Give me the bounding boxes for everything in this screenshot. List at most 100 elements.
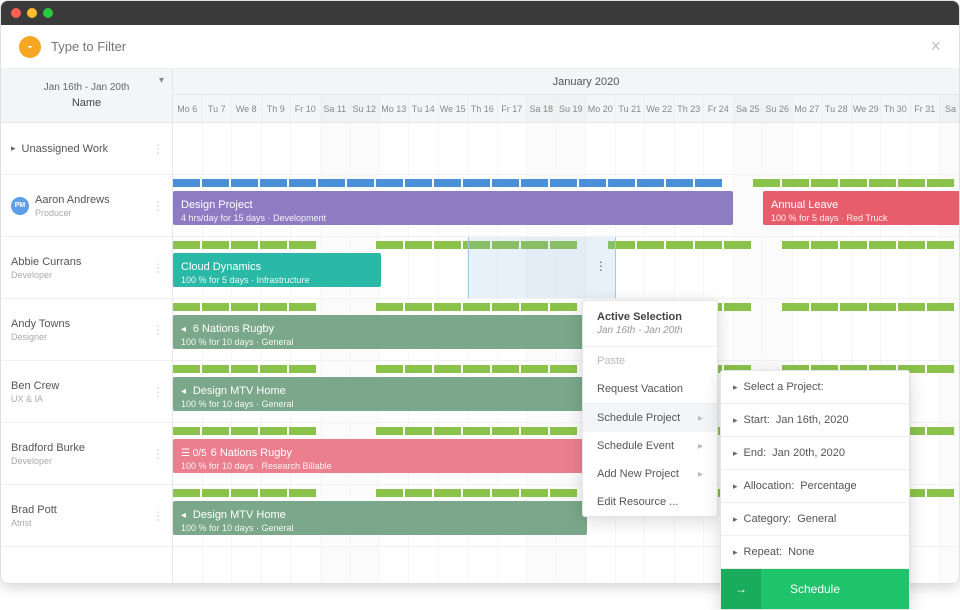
resource-name: Brad Pott <box>11 504 57 516</box>
schedule-button[interactable]: → Schedule <box>721 569 909 609</box>
menu-item-label: Edit Resource ... <box>597 496 678 508</box>
more-icon[interactable]: ⋮ <box>152 447 164 461</box>
selection-handle-icon[interactable]: ⋮ <box>595 259 607 273</box>
filter-bar: × <box>1 25 959 69</box>
booking-bar[interactable]: ◂ Design MTV Home100 % for 10 days · Gen… <box>173 377 587 411</box>
day-header: Th 16 <box>468 95 498 122</box>
day-header: Su 26 <box>763 95 793 122</box>
arrow-right-icon: → <box>721 569 761 609</box>
resource-row[interactable]: PM Aaron Andrews Producer ⋮ <box>1 175 172 237</box>
day-header: Fr 10 <box>291 95 321 122</box>
window-close-dot[interactable] <box>11 8 21 18</box>
bar-title: Design MTV Home <box>193 385 286 397</box>
day-header: Mo 27 <box>793 95 823 122</box>
context-menu-item[interactable]: Request Vacation <box>583 375 717 403</box>
day-header: We 8 <box>232 95 262 122</box>
menu-item-label: Paste <box>597 355 625 367</box>
filter-icon[interactable] <box>19 36 41 58</box>
booking-bar[interactable]: ◂ 6 Nations Rugby100 % for 10 days · Gen… <box>173 315 587 349</box>
window-minimize-dot[interactable] <box>27 8 37 18</box>
bar-subtitle: 4 hrs/day for 15 days · Development <box>181 213 725 223</box>
flyout-key: Start: <box>744 414 770 426</box>
flyout-value: None <box>788 546 814 558</box>
day-header: Th 9 <box>262 95 292 122</box>
resource-role: Developer <box>11 270 81 280</box>
more-icon[interactable]: ⋮ <box>152 261 164 275</box>
more-icon[interactable]: ⋮ <box>152 323 164 337</box>
flyout-key: Category: <box>744 513 792 525</box>
day-header: Sa 18 <box>527 95 557 122</box>
day-header: Sa 25 <box>734 95 764 122</box>
days-row: Mo 6Tu 7We 8Th 9Fr 10Sa 11Su 12Mo 13Tu 1… <box>173 95 960 122</box>
timeline-row[interactable]: ◂ 6 Nations Rugby100 % for 10 days · Gen… <box>173 299 959 361</box>
more-icon[interactable]: ⋮ <box>152 142 164 156</box>
resource-row[interactable]: Ben CrewUX & IA⋮ <box>1 361 172 423</box>
resource-row[interactable]: Brad PottAtrist⋮ <box>1 485 172 547</box>
avatar: PM <box>11 197 29 215</box>
flyout-key: End: <box>744 447 767 459</box>
menu-item-label: Schedule Event <box>597 440 674 452</box>
resource-name: Bradford Burke <box>11 442 85 454</box>
day-header: Tu 21 <box>616 95 646 122</box>
day-header: Tu 7 <box>203 95 233 122</box>
booking-bar[interactable]: Annual Leave 100 % for 5 days · Red Truck <box>763 191 959 225</box>
more-icon[interactable]: ⋮ <box>152 199 164 213</box>
resource-name: Aaron Andrews <box>35 194 110 206</box>
context-menu-item: Paste <box>583 347 717 375</box>
bar-title: Design Project <box>181 199 253 211</box>
bar-subtitle: 100 % for 5 days · Infrastructure <box>181 275 373 285</box>
day-header: Mo 13 <box>380 95 410 122</box>
active-selection[interactable] <box>468 237 616 298</box>
resource-row[interactable]: ▸Unassigned Work⋮ <box>1 123 172 175</box>
close-icon[interactable]: × <box>930 36 941 57</box>
day-header: We 15 <box>439 95 469 122</box>
flyout-key: Allocation: <box>744 480 795 492</box>
flyout-row[interactable]: ▸End: Jan 20th, 2020 <box>721 437 909 470</box>
more-icon[interactable]: ⋮ <box>152 509 164 523</box>
bar-title: Annual Leave <box>771 199 838 211</box>
booking-bar[interactable]: Cloud Dynamics100 % for 5 days · Infrast… <box>173 253 381 287</box>
day-header: Su 19 <box>557 95 587 122</box>
chevron-right-icon: ▸ <box>11 143 16 154</box>
window-title-bar <box>1 1 959 25</box>
day-header: Fr 17 <box>498 95 528 122</box>
schedule-flyout: ▸Select a Project: ▸Start: Jan 16th, 202… <box>720 370 910 610</box>
filter-input[interactable] <box>51 39 930 54</box>
menu-item-label: Schedule Project <box>597 412 680 424</box>
resource-name: Andy Towns <box>11 318 70 330</box>
bar-title: 6 Nations Rugby <box>211 447 292 459</box>
chevron-right-icon: ▸ <box>733 547 738 558</box>
timeline-row[interactable] <box>173 123 959 175</box>
flyout-key: Repeat: <box>744 546 783 558</box>
menu-item-label: Request Vacation <box>597 383 683 395</box>
flyout-row[interactable]: ▸Category: General <box>721 503 909 536</box>
flyout-row[interactable]: ▸Select a Project: <box>721 371 909 404</box>
flyout-row[interactable]: ▸Allocation: Percentage <box>721 470 909 503</box>
sidebar-header[interactable]: ▾ Jan 16th - Jan 20th Name <box>1 69 173 122</box>
chevron-right-icon: ▸ <box>733 382 738 393</box>
context-menu-item[interactable]: Edit Resource ... <box>583 488 717 516</box>
bar-subtitle: 100 % for 10 days · General <box>181 337 579 347</box>
bar-title: 6 Nations Rugby <box>193 323 274 335</box>
context-menu-item[interactable]: Schedule Event▸ <box>583 432 717 460</box>
resource-row[interactable]: Bradford Burke Developer ⋮ <box>1 423 172 485</box>
booking-bar[interactable]: ☰ 0/56 Nations Rugby100 % for 10 days · … <box>173 439 587 473</box>
flyout-row[interactable]: ▸Start: Jan 16th, 2020 <box>721 404 909 437</box>
more-icon[interactable]: ⋮ <box>152 385 164 399</box>
booking-bar[interactable]: ◂ Design MTV Home100 % for 10 days · Gen… <box>173 501 587 535</box>
timeline-row[interactable]: Cloud Dynamics100 % for 5 days · Infrast… <box>173 237 959 299</box>
flyout-row[interactable]: ▸ Repeat: None <box>721 536 909 569</box>
context-menu-item[interactable]: Schedule Project▸ <box>583 404 717 432</box>
date-range-label: Jan 16th - Jan 20th <box>44 82 130 93</box>
resource-row[interactable]: Abbie CurransDeveloper⋮ <box>1 237 172 299</box>
day-header: Tu 28 <box>822 95 852 122</box>
resource-row[interactable]: Andy TownsDesigner⋮ <box>1 299 172 361</box>
window-zoom-dot[interactable] <box>43 8 53 18</box>
bar-subtitle: 100 % for 5 days · Red Truck <box>771 213 955 223</box>
timeline-row[interactable]: Design Project 4 hrs/day for 15 days · De… <box>173 175 959 237</box>
resource-role: Producer <box>35 208 110 218</box>
context-menu-item[interactable]: Add New Project▸ <box>583 460 717 488</box>
booking-bar[interactable]: Design Project 4 hrs/day for 15 days · De… <box>173 191 733 225</box>
resource-role: Developer <box>11 456 85 466</box>
bar-title: Design MTV Home <box>193 509 286 521</box>
